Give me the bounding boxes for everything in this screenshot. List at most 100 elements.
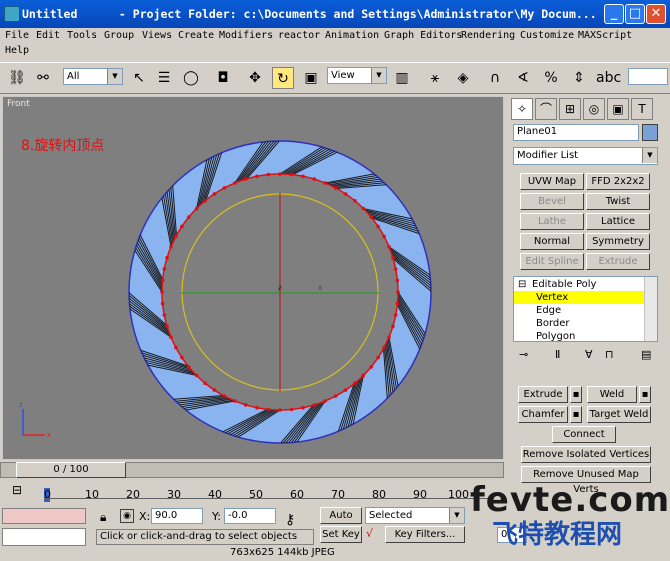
menu-help[interactable]: Help	[5, 45, 29, 56]
align-icon[interactable]: ◈	[452, 67, 474, 89]
menu-maxscript[interactable]: MAXScript	[578, 30, 632, 41]
set-key-button[interactable]: Set Key	[320, 526, 362, 543]
key-icon[interactable]: ⚷	[285, 512, 295, 528]
stack-item-border[interactable]: Border	[514, 317, 657, 330]
key-filters-button[interactable]: Key Filters...	[385, 526, 465, 543]
menu-rendering[interactable]: Rendering	[461, 30, 515, 41]
viewport-front[interactable]: Front 8.旋转内顶点 z x z x	[2, 96, 504, 460]
close-button[interactable]: ✕	[646, 4, 666, 24]
viewport-scene[interactable]: z x z x	[3, 97, 503, 459]
menu-create[interactable]: Create	[178, 30, 214, 41]
create-tab-icon[interactable]: ✧	[511, 98, 533, 120]
stack-item-editable-poly[interactable]: ⊟ Editable Poly	[514, 278, 657, 291]
menu-group[interactable]: Group	[104, 30, 134, 41]
connect-button[interactable]: Connect	[552, 426, 616, 443]
make-unique-icon[interactable]: ∀	[585, 348, 593, 361]
weld-button[interactable]: Weld	[587, 386, 637, 403]
named-selection-field[interactable]	[628, 68, 668, 85]
region-select-icon[interactable]: ◯	[180, 67, 202, 89]
app-icon[interactable]	[4, 6, 20, 22]
maxscript-listener-white[interactable]	[2, 528, 86, 546]
window-crossing-icon[interactable]: ◘	[212, 67, 234, 89]
angle-snap-icon[interactable]: ∢	[512, 67, 534, 89]
menu-graph-editors[interactable]: Graph Editors	[384, 30, 462, 41]
menu-modifiers[interactable]: Modifiers	[219, 30, 273, 41]
auto-key-button[interactable]: Auto Key	[320, 507, 362, 536]
menu-animation[interactable]: Animation	[325, 30, 379, 41]
minimize-button[interactable]: _	[604, 4, 624, 24]
select-link-icon[interactable]: ⛓	[6, 67, 28, 89]
named-selection-icon[interactable]: abc	[596, 67, 621, 89]
edit-spline-button[interactable]: Edit Spline	[520, 253, 584, 270]
spinner-snap-icon[interactable]: ⇕	[568, 67, 590, 89]
symmetry-button[interactable]: Symmetry	[586, 233, 650, 250]
menu-customize[interactable]: Customize	[520, 30, 574, 41]
selection-filter-dropdown[interactable]: All ▼	[63, 68, 123, 85]
modifier-list-dropdown[interactable]: Modifier List ▼	[513, 147, 658, 165]
stack-item-vertex[interactable]: Vertex	[514, 291, 657, 304]
time-slider-thumb[interactable]: 0 / 100	[16, 462, 126, 478]
menu-reactor[interactable]: reactor	[278, 30, 320, 41]
chamfer-settings-icon[interactable]: ▪	[570, 406, 582, 423]
menu-tools[interactable]: Tools	[67, 30, 97, 41]
x-coordinate-field[interactable]: 90.0	[151, 508, 203, 524]
extrude-settings-icon[interactable]: ▪	[570, 386, 582, 403]
rotate-icon[interactable]: ↻	[272, 67, 294, 89]
world-axis-x-label: x	[47, 431, 51, 439]
object-color-swatch[interactable]	[642, 124, 658, 141]
utilities-tab-icon[interactable]: T	[631, 98, 653, 120]
stack-scrollbar[interactable]	[644, 277, 657, 341]
scale-icon[interactable]: ▣	[300, 67, 322, 89]
target-weld-button[interactable]: Target Weld	[587, 406, 651, 423]
configure-modifier-icon[interactable]: ▤	[641, 348, 651, 361]
select-object-icon[interactable]: ↖	[128, 67, 150, 89]
time-slider-track[interactable]: 0 / 100	[0, 462, 504, 478]
maximize-button[interactable]: □	[625, 4, 645, 24]
unlink-icon[interactable]: ⚯	[32, 67, 54, 89]
reference-coord-dropdown[interactable]: View ▼	[327, 67, 387, 84]
mirror-icon[interactable]: ⚹	[424, 67, 446, 89]
track-view-icon[interactable]: ⊟	[12, 483, 22, 497]
uvw-map-button[interactable]: UVW Map	[520, 173, 584, 190]
key-mode-dropdown[interactable]: Selected ▼	[365, 507, 465, 524]
tick-0: 0	[44, 488, 51, 501]
hierarchy-tab-icon[interactable]: ⊞	[559, 98, 581, 120]
motion-tab-icon[interactable]: ◎	[583, 98, 605, 120]
tick-100: 100	[448, 488, 469, 501]
remove-modifier-icon[interactable]: ⊓	[605, 348, 614, 361]
select-by-name-icon[interactable]: ☰	[153, 67, 175, 89]
display-tab-icon[interactable]: ▣	[607, 98, 629, 120]
y-coordinate-field[interactable]: -0.0	[224, 508, 276, 524]
default-tangent-icon[interactable]: √	[366, 527, 373, 540]
menu-file[interactable]: File	[5, 30, 29, 41]
lathe-button[interactable]: Lathe	[520, 213, 584, 230]
extrude-button[interactable]: Extrude	[518, 386, 568, 403]
stack-item-polygon[interactable]: Polygon	[514, 330, 657, 341]
stack-item-edge[interactable]: Edge	[514, 304, 657, 317]
percent-snap-icon[interactable]: %	[540, 67, 562, 89]
gizmo-z-label: z	[278, 284, 282, 292]
ffd-button[interactable]: FFD 2x2x2	[586, 173, 650, 190]
lattice-button[interactable]: Lattice	[586, 213, 650, 230]
menu-edit[interactable]: Edit	[36, 30, 60, 41]
modify-tab-icon[interactable]: ⌒	[535, 98, 557, 120]
show-end-result-icon[interactable]: Ⅱ	[555, 348, 560, 361]
remove-isolated-vertices-button[interactable]: Remove Isolated Vertices	[521, 446, 651, 463]
bevel-button[interactable]: Bevel	[520, 193, 584, 210]
extrude-mod-button[interactable]: Extrude	[586, 253, 650, 270]
track-bar[interactable]: ⊟ 0 10 20 30 40 50 60 70 80 90 100	[0, 480, 504, 506]
pivot-center-icon[interactable]: ▥	[391, 67, 413, 89]
normal-button[interactable]: Normal	[520, 233, 584, 250]
maxscript-listener-pink[interactable]	[2, 508, 86, 524]
twist-button[interactable]: Twist	[586, 193, 650, 210]
window-title: Untitled - Project Folder: c:\Documents …	[22, 7, 597, 21]
move-icon[interactable]: ✥	[244, 67, 266, 89]
absolute-mode-icon[interactable]: ◉	[120, 509, 134, 523]
object-name-field[interactable]: Plane01	[513, 124, 639, 141]
pin-stack-icon[interactable]: ⊸	[519, 348, 528, 361]
chamfer-button[interactable]: Chamfer	[518, 406, 568, 423]
lock-icon[interactable]: 🔒︎	[100, 510, 106, 525]
menu-views[interactable]: Views	[142, 30, 172, 41]
snap-toggle-icon[interactable]: ∩	[484, 67, 506, 89]
weld-settings-icon[interactable]: ▪	[639, 386, 651, 403]
